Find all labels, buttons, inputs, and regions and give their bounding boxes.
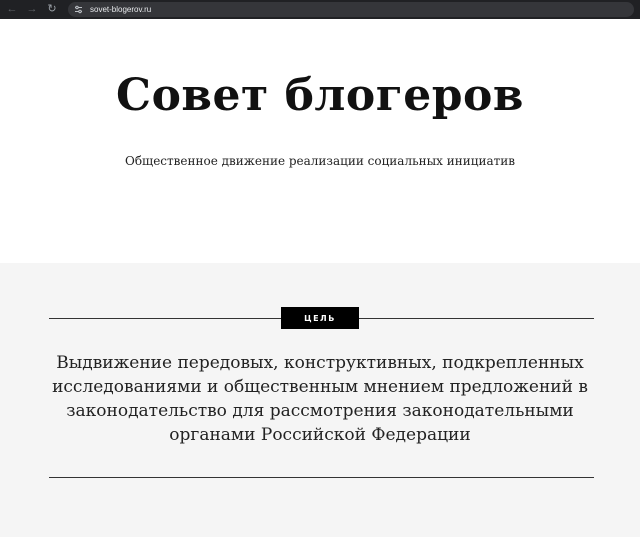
site-subtitle: Общественное движение реализации социаль… [124,154,515,168]
site-info-button[interactable] [71,3,85,17]
forward-button[interactable]: → [24,2,40,18]
browser-toolbar: ← → ↻ sovet-blogerov.ru [0,0,640,19]
divider-bottom [49,477,594,478]
hero-section: Совет блогеров Общественное движение реа… [0,19,640,263]
arrow-right-icon: → [26,3,38,15]
reload-icon: ↻ [47,3,57,15]
url-text: sovet-blogerov.ru [90,5,152,14]
arrow-left-icon: ← [6,3,18,15]
tune-icon [74,5,82,14]
goal-section: ЦЕЛЬ Выдвижение передовых, конструктивны… [0,263,640,537]
back-button[interactable]: ← [4,2,20,18]
goal-text: Выдвижение передовых, конструктивных, по… [52,353,588,445]
site-title: Совет блогеров [116,70,524,121]
reload-button[interactable]: ↻ [44,2,60,18]
goal-badge: ЦЕЛЬ [281,307,359,329]
address-bar[interactable]: sovet-blogerov.ru [68,2,634,17]
